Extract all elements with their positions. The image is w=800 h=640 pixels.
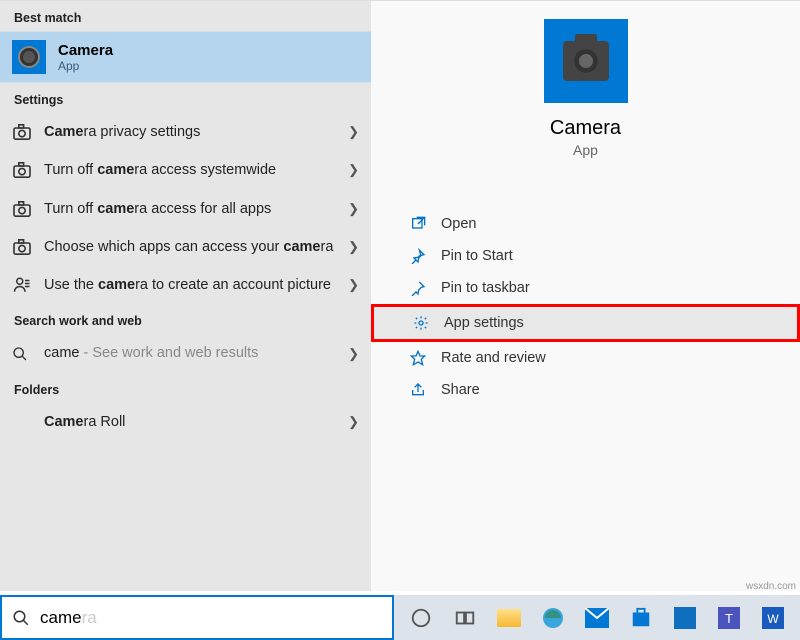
search-icon <box>12 609 30 627</box>
search-icon <box>12 346 32 362</box>
search-input[interactable]: camera <box>40 608 97 628</box>
mail-icon[interactable] <box>576 597 618 639</box>
results-column: Best match Camera App Settings Camera pr… <box>0 1 371 591</box>
camera-icon <box>544 19 628 103</box>
section-best-match: Best match <box>0 1 371 31</box>
section-settings: Settings <box>0 83 371 113</box>
action-label: Pin to taskbar <box>441 280 530 296</box>
action-app-settings[interactable]: App settings <box>371 304 800 342</box>
section-search-web: Search work and web <box>0 304 371 334</box>
settings-item-label: Use the camera to create an account pict… <box>44 275 336 295</box>
chevron-right-icon: ❯ <box>348 161 359 179</box>
word-icon[interactable]: W <box>752 597 794 639</box>
share-icon <box>409 382 427 398</box>
camera-icon <box>12 124 32 140</box>
taskbar: T W <box>394 595 800 640</box>
search-box[interactable]: camera <box>0 595 394 640</box>
section-folders: Folders <box>0 373 371 403</box>
chevron-right-icon: ❯ <box>348 276 359 294</box>
app-title: Camera <box>550 117 621 140</box>
cortana-icon[interactable] <box>400 597 442 639</box>
action-open[interactable]: Open <box>371 208 800 240</box>
settings-item[interactable]: Turn off camera access for all apps ❯ <box>0 190 371 228</box>
teams-icon[interactable]: T <box>708 597 750 639</box>
best-match-subtitle: App <box>58 59 113 73</box>
settings-item[interactable]: Camera privacy settings ❯ <box>0 113 371 151</box>
action-rate[interactable]: Rate and review <box>371 342 800 374</box>
watermark: wsxdn.com <box>746 581 796 592</box>
web-search-text: came - See work and web results <box>44 343 336 363</box>
chevron-right-icon: ❯ <box>348 200 359 218</box>
camera-icon <box>12 201 32 217</box>
best-match-title: Camera <box>58 42 113 59</box>
web-search-item[interactable]: came - See work and web results ❯ <box>0 334 371 372</box>
folder-item[interactable]: Camera Roll ❯ <box>0 403 371 441</box>
best-match-item[interactable]: Camera App <box>0 31 371 83</box>
settings-item[interactable]: Use the camera to create an account pict… <box>0 266 371 304</box>
action-label: Rate and review <box>441 350 546 366</box>
pin-start-icon <box>409 248 427 264</box>
action-label: Share <box>441 382 480 398</box>
chevron-right-icon: ❯ <box>348 413 359 431</box>
folder-label: Camera Roll <box>44 412 336 432</box>
file-explorer-icon[interactable] <box>488 597 530 639</box>
settings-item-label: Turn off camera access systemwide <box>44 160 336 180</box>
settings-item-label: Camera privacy settings <box>44 122 336 142</box>
camera-icon <box>12 162 32 178</box>
chevron-right-icon: ❯ <box>348 345 359 363</box>
svg-text:W: W <box>767 612 779 626</box>
chevron-right-icon: ❯ <box>348 238 359 256</box>
app-hero: Camera App <box>544 19 628 158</box>
rate-icon <box>409 350 427 366</box>
action-pin-taskbar[interactable]: Pin to taskbar <box>371 272 800 304</box>
settings-item[interactable]: Choose which apps can access your camera… <box>0 228 371 266</box>
camera-icon <box>12 239 32 255</box>
action-label: Pin to Start <box>441 248 513 264</box>
detail-panel: Camera App Open Pin to Start Pin to taskba… <box>371 1 800 591</box>
store-icon[interactable] <box>620 597 662 639</box>
settings-item-label: Turn off camera access for all apps <box>44 199 336 219</box>
action-label: Open <box>441 216 476 232</box>
edge-icon[interactable] <box>532 597 574 639</box>
settings-item[interactable]: Turn off camera access systemwide ❯ <box>0 151 371 189</box>
settings-item-label: Choose which apps can access your camera <box>44 237 336 257</box>
pin-taskbar-icon <box>409 280 427 296</box>
open-icon <box>409 216 427 232</box>
app-subtitle: App <box>573 142 598 158</box>
app-settings-icon <box>412 315 430 331</box>
person-icon <box>12 276 32 294</box>
svg-text:T: T <box>725 611 733 626</box>
action-label: App settings <box>444 315 524 331</box>
task-view-icon[interactable] <box>444 597 486 639</box>
app-icon[interactable] <box>664 597 706 639</box>
action-pin-start[interactable]: Pin to Start <box>371 240 800 272</box>
camera-icon <box>12 40 46 74</box>
chevron-right-icon: ❯ <box>348 123 359 141</box>
action-share[interactable]: Share <box>371 374 800 406</box>
